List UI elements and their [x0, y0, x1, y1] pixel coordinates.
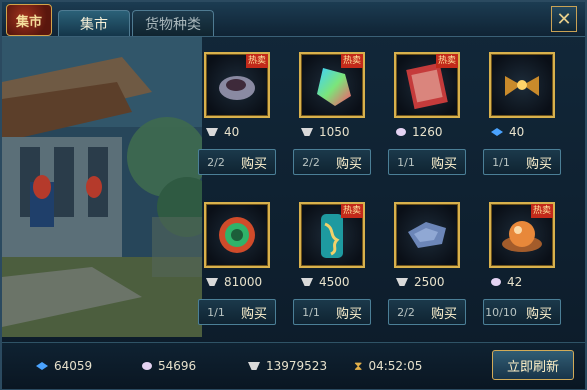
buy-label: 购买 [525, 156, 552, 172]
buy-button[interactable]: 1/1 购买 [483, 149, 561, 175]
shop-item-3: 热卖 1260 1/1 购买 [388, 44, 474, 176]
buy-label: 购买 [430, 306, 457, 322]
buy-label: 购买 [430, 156, 457, 172]
pearl-icon [142, 362, 152, 370]
hot-tag: 热卖 [436, 54, 458, 68]
stock-count: 2/2 [207, 155, 225, 169]
stock-count: 1/1 [397, 155, 415, 169]
buy-label: 购买 [525, 306, 552, 322]
silver-icon [206, 128, 218, 136]
pearl-balance: 54696 [142, 357, 196, 375]
pearl-value: 54696 [158, 359, 197, 373]
stock-count: 2/2 [302, 155, 320, 169]
item-price: 1050 [301, 124, 371, 140]
hot-tag: 热卖 [246, 54, 268, 68]
item-price: 4500 [301, 274, 371, 290]
shop-item-2: 热卖 1050 2/2 购买 [293, 44, 379, 176]
item-slot[interactable]: 热卖 [489, 202, 555, 268]
price-value: 4500 [319, 275, 350, 289]
item-slot[interactable] [394, 202, 460, 268]
pearl-icon [491, 278, 501, 286]
timer-value: 04:52:05 [368, 359, 423, 373]
silver-icon [301, 278, 313, 286]
logo-text: 集市 [15, 14, 42, 30]
hot-tag: 热卖 [531, 204, 553, 218]
gem-icon [491, 128, 503, 136]
buy-button[interactable]: 2/2 购买 [388, 299, 466, 325]
market-scene-illustration [2, 37, 202, 337]
pearl-icon [396, 128, 406, 136]
shop-item-6: 热卖 4500 1/1 购买 [293, 194, 379, 326]
buy-button[interactable]: 2/2 购买 [198, 149, 276, 175]
silver-icon [396, 278, 408, 286]
price-value: 42 [507, 275, 523, 289]
item-price: 2500 [396, 274, 466, 290]
market-building-illustration [2, 37, 202, 337]
item-slot[interactable]: 热卖 [204, 52, 270, 118]
shop-item-7: 2500 2/2 购买 [388, 194, 474, 326]
gem-value: 64059 [54, 359, 93, 373]
stock-count: 1/1 [492, 155, 510, 169]
currency-bar: 64059 54696 13979523 ⧗ 04:52:05 立即刷新 [2, 342, 585, 389]
stock-count: 1/1 [207, 305, 225, 319]
hourglass-icon: ⧗ [354, 358, 363, 373]
tab-goods-types[interactable]: 货物种类 [132, 10, 214, 36]
golden-bowtie-icon [505, 76, 539, 96]
buy-label: 购买 [335, 156, 362, 172]
shop-item-4: 40 1/1 购买 [483, 44, 569, 176]
item-slot[interactable]: 热卖 [299, 202, 365, 268]
silver-icon [206, 278, 218, 286]
buy-button[interactable]: 1/1 购买 [293, 299, 371, 325]
market-logo: 集市 [6, 4, 52, 36]
item-price: 81000 [206, 274, 276, 290]
buy-button[interactable]: 1/1 购买 [198, 299, 276, 325]
stock-count: 2/2 [397, 305, 415, 319]
shop-item-5: 81000 1/1 购买 [198, 194, 284, 326]
stock-count: 1/1 [302, 305, 320, 319]
close-button[interactable]: ✕ [551, 6, 577, 32]
item-price: 40 [491, 124, 561, 140]
price-value: 1050 [319, 125, 350, 139]
item-slot[interactable] [489, 52, 555, 118]
price-value: 81000 [224, 275, 263, 289]
gem-balance: 64059 [36, 357, 92, 375]
stock-count: 10/10 [485, 305, 517, 319]
price-value: 40 [509, 125, 525, 139]
item-price: 40 [206, 124, 276, 140]
buy-label: 购买 [335, 306, 362, 322]
item-slot[interactable]: 热卖 [394, 52, 460, 118]
silver-value: 13979523 [266, 359, 328, 373]
buy-label: 购买 [240, 156, 267, 172]
gem-icon [36, 362, 48, 370]
item-slot[interactable] [204, 202, 270, 268]
hot-tag: 热卖 [341, 204, 363, 218]
item-price: 1260 [396, 124, 466, 140]
market-window: 集市 集市 货物种类 ✕ 热卖 40 2/2 购买 热卖 1050 2/2 购买… [0, 0, 587, 390]
shop-item-8: 热卖 42 10/10 购买 [483, 194, 569, 326]
item-price: 42 [491, 274, 561, 290]
price-value: 40 [224, 125, 240, 139]
blue-stone-icon [408, 222, 446, 248]
buy-label: 购买 [240, 306, 267, 322]
silver-icon [301, 128, 313, 136]
close-icon: ✕ [556, 8, 572, 30]
tab-market[interactable]: 集市 [58, 10, 130, 36]
buy-button[interactable]: 1/1 购买 [388, 149, 466, 175]
hot-tag: 热卖 [341, 54, 363, 68]
buy-button[interactable]: 2/2 购买 [293, 149, 371, 175]
item-slot[interactable]: 热卖 [299, 52, 365, 118]
price-value: 1260 [412, 125, 443, 139]
jade-orb-icon [219, 217, 255, 253]
silver-icon [248, 362, 260, 370]
buy-button[interactable]: 10/10 购买 [483, 299, 561, 325]
item-grid: 热卖 40 2/2 购买 热卖 1050 2/2 购买 热卖 1260 1/1 购买 [198, 44, 576, 332]
silver-balance: 13979523 [248, 357, 327, 375]
refresh-now-button[interactable]: 立即刷新 [492, 350, 574, 380]
shop-item-1: 热卖 40 2/2 购买 [198, 44, 284, 176]
refresh-timer: ⧗ 04:52:05 [354, 357, 422, 375]
title-bar: 集市 集市 货物种类 ✕ [2, 2, 585, 37]
price-value: 2500 [414, 275, 445, 289]
